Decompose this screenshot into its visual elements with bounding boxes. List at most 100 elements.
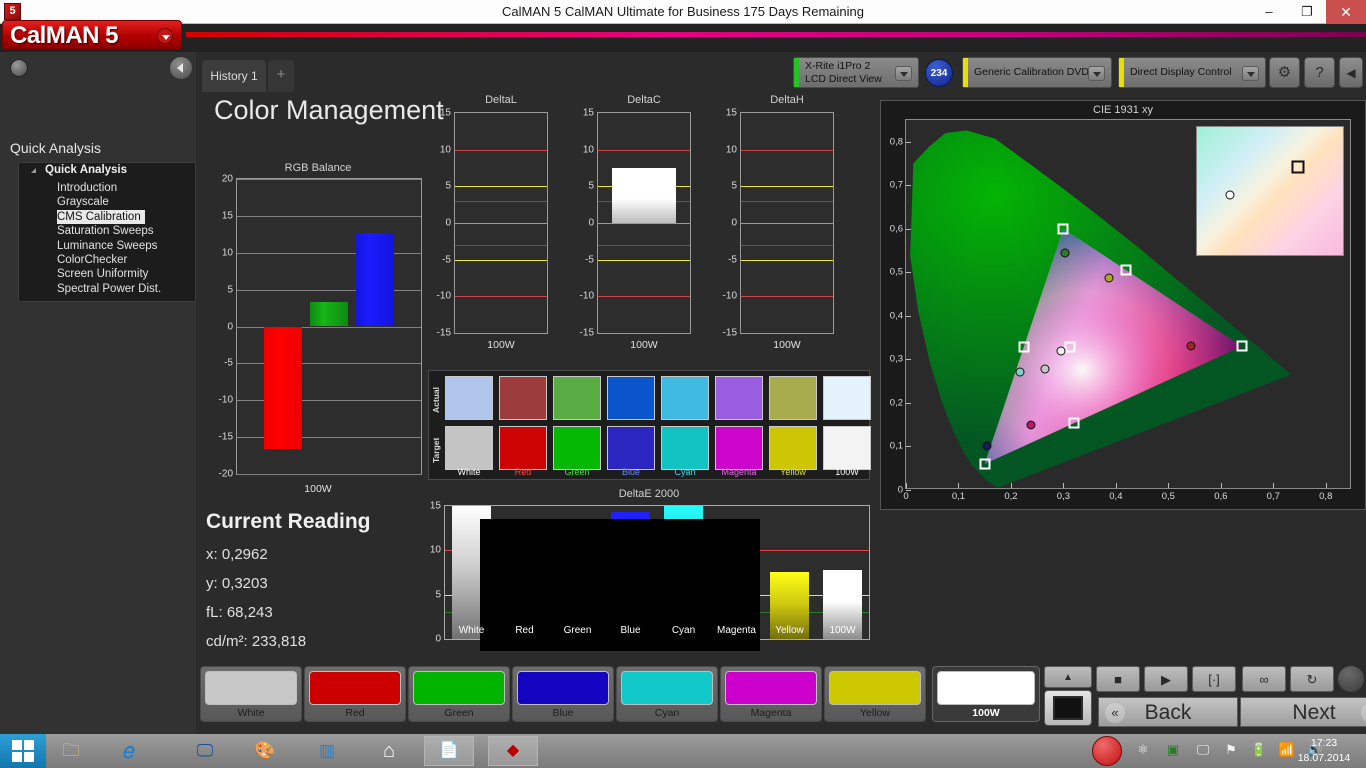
minimize-button[interactable]: – <box>1250 0 1288 24</box>
patch-color-100w <box>937 671 1035 705</box>
patch-label-blue: Blue <box>552 707 574 719</box>
calman-logo-button[interactable]: CalMAN 5 <box>2 20 182 50</box>
cie-x-tick: 0,1 <box>951 491 966 502</box>
swatch-label-green: Green <box>564 467 590 477</box>
sidebar-row: Grayscale <box>19 192 195 208</box>
sidebar-item-spectral-power-dist[interactable]: Spectral Power Dist. <box>19 283 161 295</box>
reading-y: y: 0,3203 <box>206 575 268 592</box>
back-button[interactable]: Back « <box>1098 697 1238 727</box>
status-orb-icon <box>1338 666 1364 692</box>
y-tick-label: -5 <box>728 254 737 266</box>
y-tick-label: 15 <box>725 107 737 119</box>
patch-button-green[interactable]: Green <box>408 666 510 722</box>
y-tick-label: 10 <box>439 144 451 156</box>
cie-target-magenta <box>1068 417 1080 429</box>
lenovo-icon[interactable]: 🖵 <box>186 737 224 765</box>
close-button[interactable]: ✕ <box>1326 0 1366 24</box>
calman-icon[interactable]: ◆ <box>488 736 538 766</box>
collapse-panel-icon[interactable]: ◀ <box>1339 57 1363 88</box>
threshold-line <box>741 186 833 188</box>
play-icon[interactable]: ▶ <box>1144 666 1188 692</box>
source-selector[interactable]: Generic Calibration DVD <box>962 57 1112 88</box>
cie-y-tick-mark <box>906 185 911 187</box>
chevron-down-icon[interactable] <box>1242 66 1259 81</box>
paint-icon[interactable]: 🎨 <box>246 737 284 765</box>
deltae-label-cyan: Cyan <box>671 625 696 636</box>
tray-app-icon[interactable] <box>1092 736 1122 766</box>
maximize-button[interactable]: ❐ <box>1288 0 1326 24</box>
tab-history-1[interactable]: History 1 <box>202 60 266 92</box>
patch-button-red[interactable]: Red <box>304 666 406 722</box>
y-tick-label: -10 <box>722 290 737 302</box>
y-tick-label: -10 <box>579 290 594 302</box>
y-tick-label: 0 <box>445 217 451 229</box>
patch-button-magenta[interactable]: Magenta <box>720 666 822 722</box>
target-window-button[interactable] <box>1044 690 1092 726</box>
continuous-icon[interactable]: ∞ <box>1242 666 1286 692</box>
y-tick-mark: 15 <box>440 108 459 119</box>
gear-icon[interactable]: ⚙ <box>1269 57 1300 88</box>
stop-icon[interactable]: ■ <box>1096 666 1140 692</box>
meter-selector[interactable]: X-Rite i1Pro 2 LCD Direct View <box>793 57 919 88</box>
refresh-icon[interactable]: ↻ <box>1290 666 1334 692</box>
collapse-up-icon[interactable]: ▲ <box>1044 666 1092 688</box>
notepad-icon[interactable]: 📄 <box>424 736 474 766</box>
help-icon[interactable]: ? <box>1304 57 1335 88</box>
internet-explorer-icon[interactable]: 𝑒 <box>110 737 148 765</box>
target-swatch-red <box>499 426 547 470</box>
next-button[interactable]: Next» <box>1240 697 1366 727</box>
flag-icon[interactable]: ⚑ <box>1220 742 1242 758</box>
cie-y-tick-mark <box>906 402 911 404</box>
reading-x: x: 0,2962 <box>206 546 268 563</box>
windows-taskbar: 🗀 𝑒 🖵 🎨 ▥ ⌂ 📄 ◆ ⚛ ▣ 🖵 ⚑ 🔋 📶 🔊 17:23 18.0… <box>0 734 1366 768</box>
cie-x-tick-mark <box>1325 483 1327 488</box>
expand-triangle-icon[interactable] <box>31 168 36 173</box>
cie-target-green <box>1057 223 1069 235</box>
clock-time: 17:23 <box>1310 737 1338 749</box>
patch-color-red <box>309 671 401 705</box>
battery-icon[interactable]: 🔋 <box>1248 742 1270 758</box>
sidebar-tree-root[interactable]: Quick Analysis <box>19 163 195 178</box>
chevron-down-icon[interactable] <box>157 28 173 44</box>
deltac-title: DeltaC <box>627 94 661 106</box>
patch-button-blue[interactable]: Blue <box>512 666 614 722</box>
cie-x-tick-mark <box>1063 483 1065 488</box>
patch-button-yellow[interactable]: Yellow <box>824 666 926 722</box>
deltal-chart: DeltaL 15 10 5 0 -5 -10 -15 100W <box>428 94 548 352</box>
patch-button-100w[interactable]: 100W <box>932 666 1040 722</box>
target-swatch-blue <box>607 426 655 470</box>
patch-button-cyan[interactable]: Cyan <box>616 666 718 722</box>
explorer-icon[interactable]: 🗀 <box>52 737 90 765</box>
clock-date: 18.07.2014 <box>1297 752 1351 764</box>
actual-swatch-yellow <box>769 376 817 420</box>
chevron-down-icon[interactable] <box>895 66 912 81</box>
cie-y-tick-mark <box>906 228 911 230</box>
target-swatch-green <box>553 426 601 470</box>
actual-swatch-cyan <box>661 376 709 420</box>
excel-icon[interactable]: ▣ <box>1162 742 1184 758</box>
y-tick-label: 5 <box>227 284 233 296</box>
equalizer-icon[interactable]: ▥ <box>308 737 346 765</box>
sidebar-tree: Quick Analysis Introduction Grayscale CM… <box>18 162 196 302</box>
home-icon[interactable]: ⌂ <box>370 737 408 765</box>
sidebar-orb-icon[interactable] <box>10 59 28 77</box>
single-icon[interactable]: [·] <box>1192 666 1236 692</box>
sidebar-collapse-icon[interactable] <box>170 57 192 79</box>
network-display-icon[interactable]: 🖵 <box>1192 742 1214 758</box>
display-selector[interactable]: Direct Display Control <box>1118 57 1266 88</box>
y-tick-label: 5 <box>731 180 737 192</box>
chevron-down-icon[interactable] <box>1088 66 1105 81</box>
actual-target-swatch-grid: Actual Target White Red Green Blue Cyan Magen… <box>428 370 871 480</box>
grid-line: 15 <box>222 210 421 221</box>
deltae-label-green: Green <box>563 625 592 636</box>
swatch-label-white: White <box>457 467 481 477</box>
taskbar-clock[interactable]: 17:23 18.07.2014 <box>1286 736 1362 766</box>
y-tick-label: 0 <box>731 217 737 229</box>
add-tab-button[interactable]: + <box>268 60 294 92</box>
target-swatch-white <box>445 426 493 470</box>
patch-label-white: White <box>237 707 265 719</box>
grid-line: -20 <box>219 469 421 480</box>
bluetooth-icon[interactable]: ⚛ <box>1132 742 1154 758</box>
start-icon[interactable] <box>0 734 46 768</box>
patch-button-white[interactable]: White <box>200 666 302 722</box>
